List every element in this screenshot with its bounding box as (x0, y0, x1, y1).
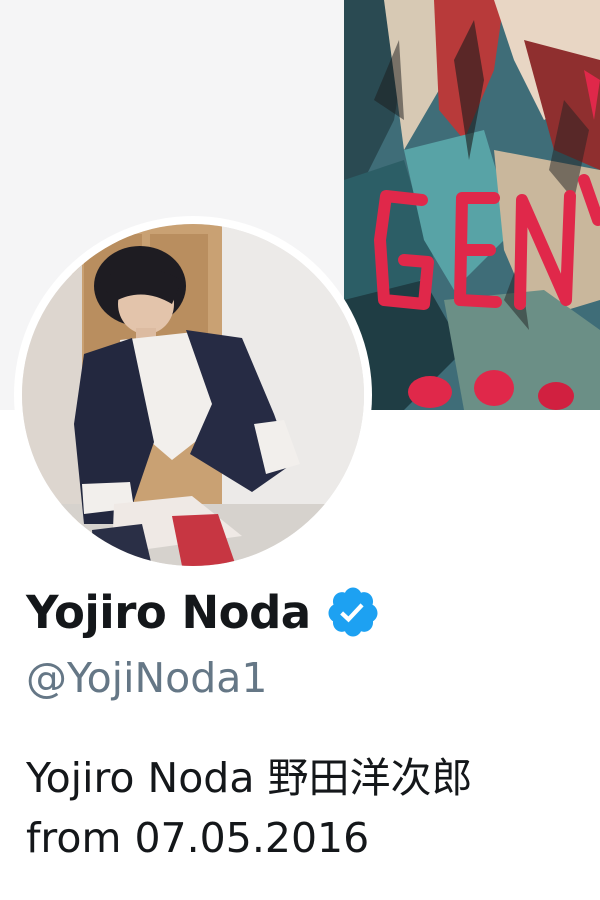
banner-artwork (344, 0, 600, 410)
user-handle[interactable]: @YojiNoda1 (26, 654, 267, 702)
verified-badge-icon (325, 584, 381, 640)
avatar-photo (22, 224, 364, 566)
profile-bio: Yojiro Noda 野田洋次郎 from 07.05.2016 (26, 748, 596, 868)
bio-line: Yojiro Noda 野田洋次郎 (26, 754, 473, 802)
display-name: Yojiro Noda (26, 585, 311, 639)
profile-avatar[interactable] (14, 216, 372, 574)
bio-line: from 07.05.2016 (26, 814, 370, 862)
name-row: Yojiro Noda (26, 584, 381, 640)
